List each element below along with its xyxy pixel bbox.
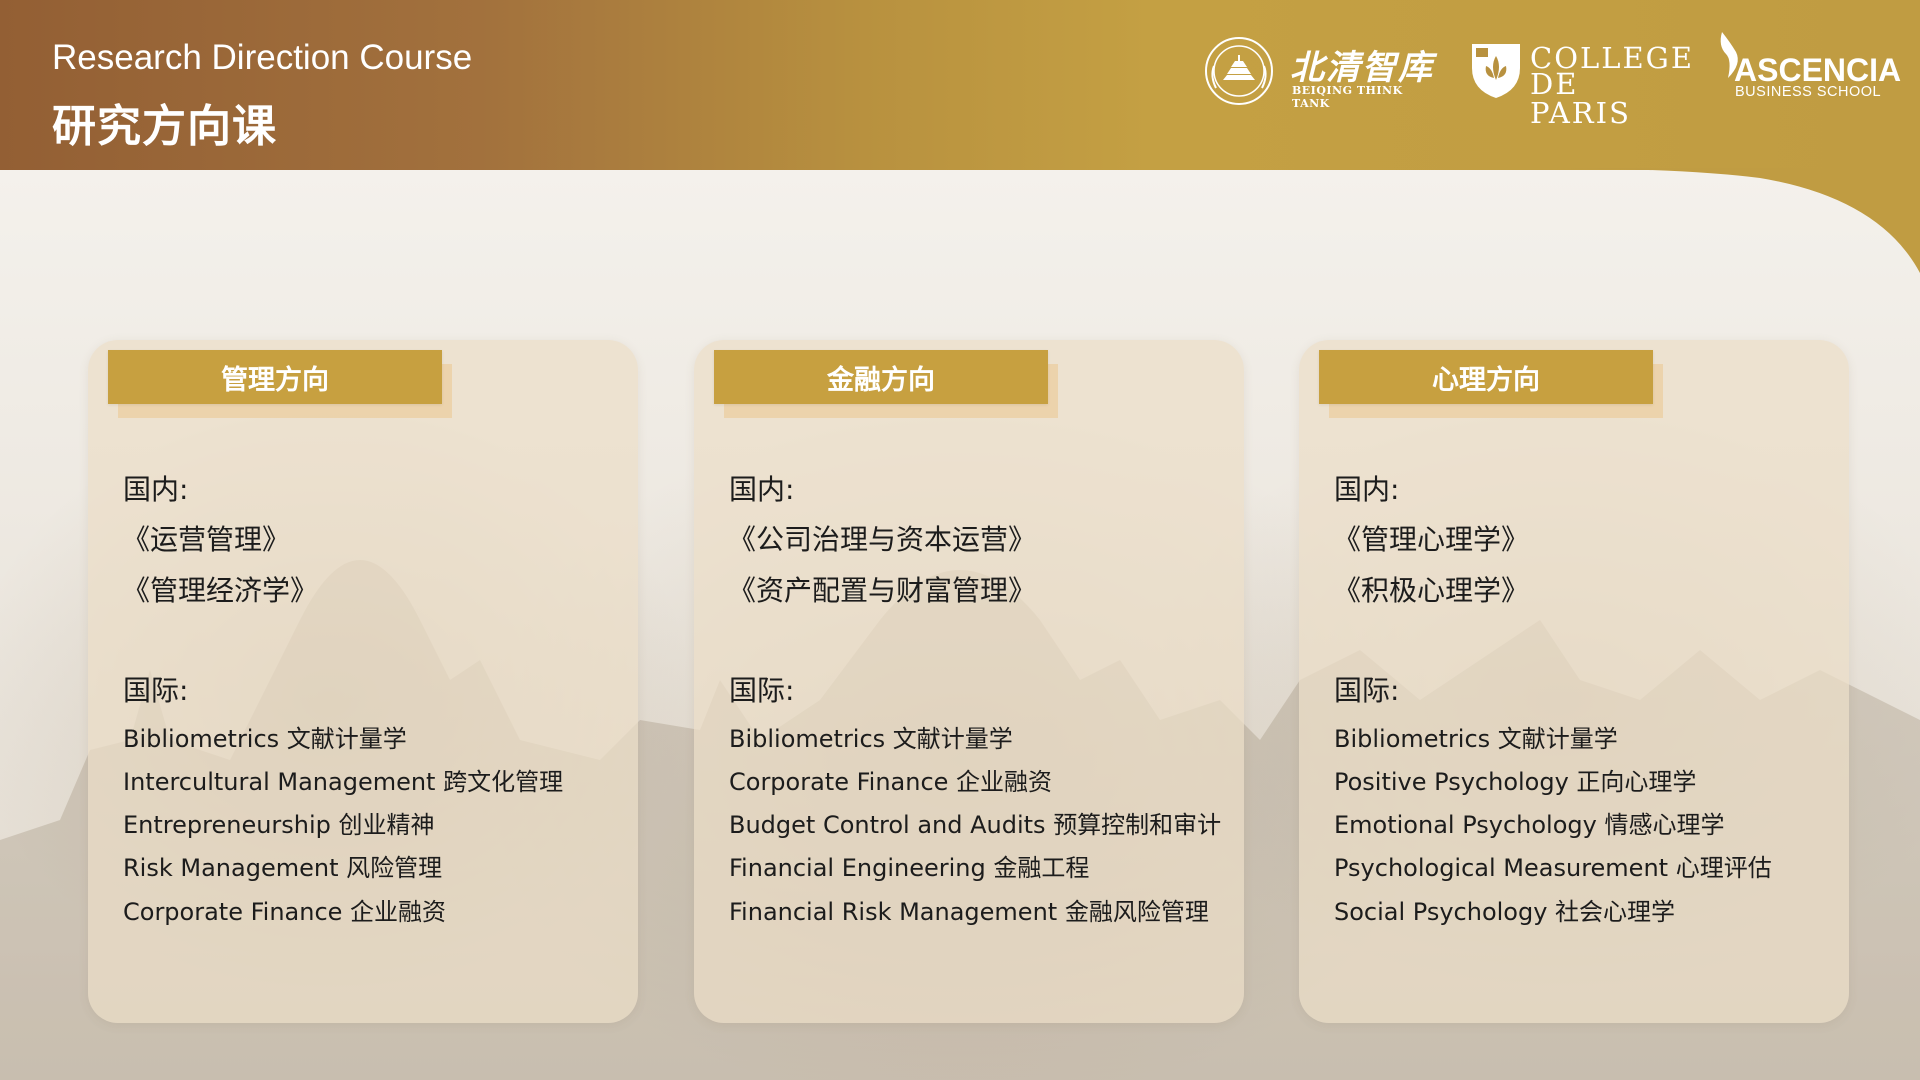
card-title-tag: 心理方向 (1319, 350, 1653, 404)
international-course: Budget Control and Audits 预算控制和审计 (729, 811, 1222, 839)
international-label: 国际: (123, 674, 189, 707)
international-course: Corporate Finance 企业融资 (729, 768, 1053, 796)
beiqing-subtitle: BEIQING THINK TANK (1292, 84, 1403, 110)
international-label: 国际: (1334, 674, 1400, 707)
card-title-tag: 管理方向 (108, 350, 442, 404)
domestic-course: 《管理心理学》 (1333, 523, 1530, 556)
fleur-de-lis-shield-icon (1472, 44, 1520, 98)
header-banner: Research Direction Course 研究方向课 北清智库 BEI… (0, 0, 1920, 170)
ascencia-business-school-logo: ASCENCIA BUSINESS SCHOOL (1716, 32, 1901, 102)
domestic-course: 《资产配置与财富管理》 (728, 574, 1037, 607)
international-course: Risk Management 风险管理 (123, 854, 443, 882)
domestic-label: 国内: (1334, 473, 1400, 506)
college-de-paris-logo: COLLEGE DE PARIS (1468, 40, 1692, 128)
international-course: Emotional Psychology 情感心理学 (1334, 811, 1725, 839)
card-title-tag: 金融方向 (714, 350, 1048, 404)
international-course: Financial Risk Management 金融风险管理 (729, 898, 1209, 926)
international-course: Bibliometrics 文献计量学 (123, 725, 407, 753)
temple-emblem-icon (1205, 37, 1273, 105)
domestic-course: 《运营管理》 (122, 523, 291, 556)
college-line2: DE PARIS (1530, 67, 1631, 130)
card-psychology: 心理方向 国内: 《管理心理学》 《积极心理学》 国际: Bibliometri… (1299, 340, 1849, 1023)
international-course: Positive Psychology 正向心理学 (1334, 768, 1697, 796)
domestic-label: 国内: (729, 473, 795, 506)
international-course: Bibliometrics 文献计量学 (1334, 725, 1618, 753)
ascencia-subtitle: BUSINESS SCHOOL (1735, 84, 1882, 100)
international-label: 国际: (729, 674, 795, 707)
header-curve-decoration (1530, 168, 1920, 273)
international-course: Corporate Finance 企业融资 (123, 898, 447, 926)
domestic-label: 国内: (123, 473, 189, 506)
international-course: Financial Engineering 金融工程 (729, 854, 1090, 882)
international-course: Bibliometrics 文献计量学 (729, 725, 1013, 753)
international-course: Intercultural Management 跨文化管理 (123, 768, 564, 796)
international-course: Psychological Measurement 心理评估 (1334, 854, 1772, 882)
title-chinese: 研究方向课 (52, 101, 277, 152)
card-finance: 金融方向 国内: 《公司治理与资本运营》 《资产配置与财富管理》 国际: Bib… (694, 340, 1244, 1023)
domestic-course: 《管理经济学》 (122, 574, 319, 607)
beiqing-think-tank-logo: 北清智库 BEIQING THINK TANK (1202, 36, 1442, 110)
beiqing-name: 北清智库 (1290, 48, 1434, 88)
international-course: Entrepreneurship 创业精神 (123, 811, 435, 839)
international-course: Social Psychology 社会心理学 (1334, 898, 1676, 926)
domestic-course: 《公司治理与资本运营》 (728, 523, 1037, 556)
title-english: Research Direction Course (52, 38, 473, 77)
domestic-course: 《积极心理学》 (1333, 574, 1530, 607)
card-management: 管理方向 国内: 《运营管理》 《管理经济学》 国际: Bibliometric… (88, 340, 638, 1023)
